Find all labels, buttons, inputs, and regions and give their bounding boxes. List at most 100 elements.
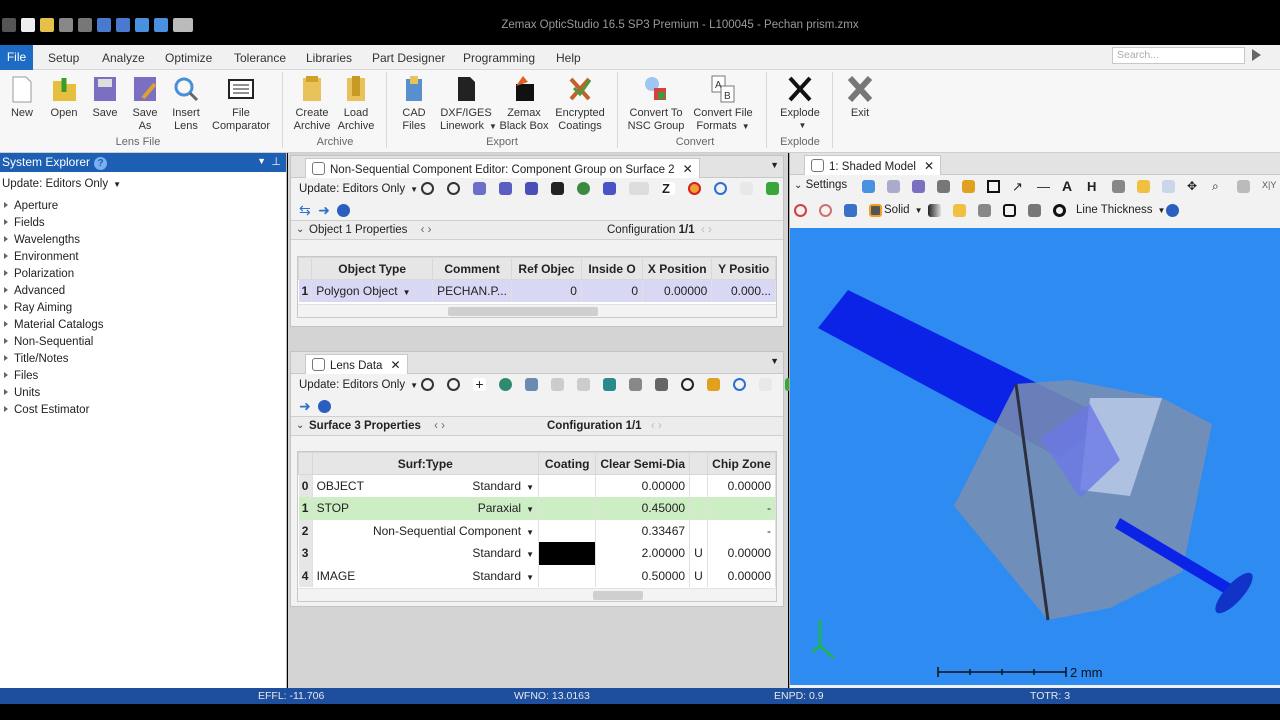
menu-analyze[interactable]: Analyze — [102, 51, 145, 65]
app-icon[interactable] — [2, 18, 16, 32]
stop-icon[interactable] — [688, 182, 701, 195]
close-icon[interactable]: ✕ — [683, 162, 693, 176]
clear-semi-dia-cell[interactable]: 0.00000 — [595, 474, 691, 497]
tab-nsc-editor[interactable]: Non-Sequential Component Editor: Compone… — [305, 158, 700, 178]
coating-cell[interactable] — [538, 474, 597, 497]
exit-button[interactable]: Exit — [842, 72, 878, 120]
menu-libraries[interactable]: Libraries — [306, 51, 352, 65]
explorer-item-title-notes[interactable]: Title/Notes — [0, 351, 286, 368]
explorer-item-advanced[interactable]: Advanced — [0, 283, 286, 300]
chip-zone-cell[interactable]: 0.00000 — [707, 542, 776, 565]
menu-tolerance[interactable]: Tolerance — [234, 51, 286, 65]
chip-zone-cell[interactable]: - — [707, 519, 776, 542]
col-inside-of[interactable]: Inside O — [580, 257, 644, 280]
save-button[interactable]: Save — [90, 72, 120, 120]
grid-icon[interactable] — [551, 182, 564, 195]
scrollbar-thumb[interactable] — [448, 307, 598, 316]
cad-icon[interactable] — [629, 182, 649, 195]
y-position-cell[interactable]: 0.000... — [711, 279, 776, 302]
shape-icon[interactable] — [603, 182, 616, 195]
insert-lens-button[interactable]: Insert Lens — [170, 72, 202, 132]
print-icon[interactable] — [78, 18, 92, 32]
col-chip-zone[interactable]: Chip Zone — [707, 452, 776, 475]
inside-of-cell[interactable]: 0 — [581, 279, 644, 302]
gradient-icon[interactable] — [928, 204, 941, 217]
source-icon[interactable] — [499, 182, 512, 195]
frame-icon[interactable] — [1003, 204, 1016, 217]
axes-icon[interactable] — [1137, 180, 1150, 193]
wand-icon[interactable] — [707, 378, 720, 391]
menu-optimize[interactable]: Optimize — [165, 51, 212, 65]
help-icon[interactable] — [337, 204, 351, 217]
undo-icon[interactable] — [97, 18, 111, 32]
help-icon[interactable] — [318, 400, 332, 413]
surface-type-cell[interactable]: Non-Sequential Component ▼ — [312, 519, 540, 542]
collapse-icon[interactable]: ⌄ — [296, 420, 304, 431]
sync-icon[interactable] — [766, 182, 779, 195]
rectangle-icon[interactable] — [987, 180, 1000, 193]
cube-icon[interactable] — [844, 204, 857, 217]
solve-flag-cell[interactable]: U — [689, 542, 708, 565]
table-row[interactable]: 1 Polygon Object ▼ PECHAN.P... 0 0 0.0000… — [298, 279, 776, 302]
create-archive-button[interactable]: Create Archive — [293, 72, 331, 132]
panel-menu-icon[interactable]: ▼ — [770, 356, 779, 366]
col-surf-type[interactable]: Surf:Type — [311, 452, 540, 475]
lamp-icon[interactable] — [1112, 180, 1125, 193]
detector-icon[interactable] — [525, 182, 538, 195]
help-icon[interactable]: ? — [94, 157, 108, 170]
settings-button[interactable]: ⌄ Settings — [794, 179, 847, 191]
col-ref-object[interactable]: Ref Objec — [510, 257, 582, 280]
z-icon[interactable]: Z — [662, 182, 675, 195]
cut-icon[interactable] — [577, 378, 590, 391]
search-go-icon[interactable] — [1252, 49, 1261, 61]
encrypted-coatings-button[interactable]: Encrypted Coatings — [554, 72, 606, 132]
close-icon[interactable]: ✕ — [924, 159, 934, 173]
tab-lens-data[interactable]: Lens Data ✕ — [305, 354, 408, 374]
refresh-icon[interactable] — [421, 182, 434, 195]
horizontal-scrollbar[interactable] — [298, 304, 776, 317]
globe-icon[interactable] — [499, 378, 512, 391]
save-icon[interactable] — [59, 18, 73, 32]
explorer-item-material-catalogs[interactable]: Material Catalogs — [0, 317, 286, 334]
coating-cell[interactable] — [538, 542, 597, 565]
undo-icon[interactable] — [733, 378, 746, 391]
undo-icon[interactable] — [714, 182, 727, 195]
menu-help[interactable]: Help — [556, 51, 581, 65]
menu-setup[interactable]: Setup — [48, 51, 79, 65]
explorer-item-cost-estimator[interactable]: Cost Estimator — [0, 402, 286, 419]
layers-icon[interactable] — [1028, 204, 1041, 217]
refresh-all-icon[interactable] — [447, 378, 460, 391]
explorer-item-polarization[interactable]: Polarization — [0, 266, 286, 283]
flip-icon[interactable] — [655, 378, 668, 391]
clear-semi-dia-cell[interactable]: 2.00000 — [595, 542, 691, 565]
explode-button[interactable]: Explode ▼ — [778, 72, 822, 132]
nav-arrows-icon[interactable]: ‹ › — [421, 224, 432, 236]
dimension-icon[interactable]: H — [1087, 180, 1100, 193]
table-row[interactable]: 2 Non-Sequential Component ▼ 0.33467 - — [298, 519, 776, 542]
arrow-right-icon[interactable]: ➜ — [318, 202, 330, 218]
chip-zone-cell[interactable]: 0.00000 — [707, 564, 776, 587]
table-row[interactable]: 0 OBJECT Standard ▼ 0.00000 0.00000 — [298, 474, 776, 497]
tab-shaded-model[interactable]: 1: Shaded Model ✕ — [804, 155, 942, 175]
dropdown-arrow-icon[interactable]: ▼ — [257, 156, 266, 166]
col-y-position[interactable]: Y Positio — [711, 257, 776, 280]
brush-icon[interactable] — [953, 204, 966, 217]
line-icon[interactable]: — — [1037, 180, 1050, 193]
pin-icon[interactable]: ⊥ — [271, 155, 281, 168]
coating-cell[interactable] — [538, 564, 597, 587]
solve-flag-cell[interactable] — [689, 497, 708, 520]
config-arrows-icon[interactable]: ‹ › — [651, 420, 662, 432]
refresh-icon[interactable] — [154, 18, 168, 32]
print-icon[interactable] — [937, 180, 950, 193]
blank-icon[interactable] — [759, 378, 772, 391]
arrow-right-icon[interactable]: ➜ — [299, 398, 311, 414]
table-row[interactable]: 4 IMAGE Standard ▼ 0.50000 U 0.00000 — [298, 564, 776, 587]
explorer-item-environment[interactable]: Environment — [0, 249, 286, 266]
explorer-item-aperture[interactable]: Aperture — [0, 198, 286, 215]
pan-icon[interactable]: ✥ — [1187, 180, 1200, 193]
camera-icon[interactable] — [1237, 180, 1250, 193]
redo-icon[interactable] — [116, 18, 130, 32]
no-icon[interactable] — [794, 204, 807, 217]
surface-type-cell[interactable]: OBJECT Standard ▼ — [312, 474, 540, 497]
target-icon[interactable] — [1053, 204, 1066, 217]
